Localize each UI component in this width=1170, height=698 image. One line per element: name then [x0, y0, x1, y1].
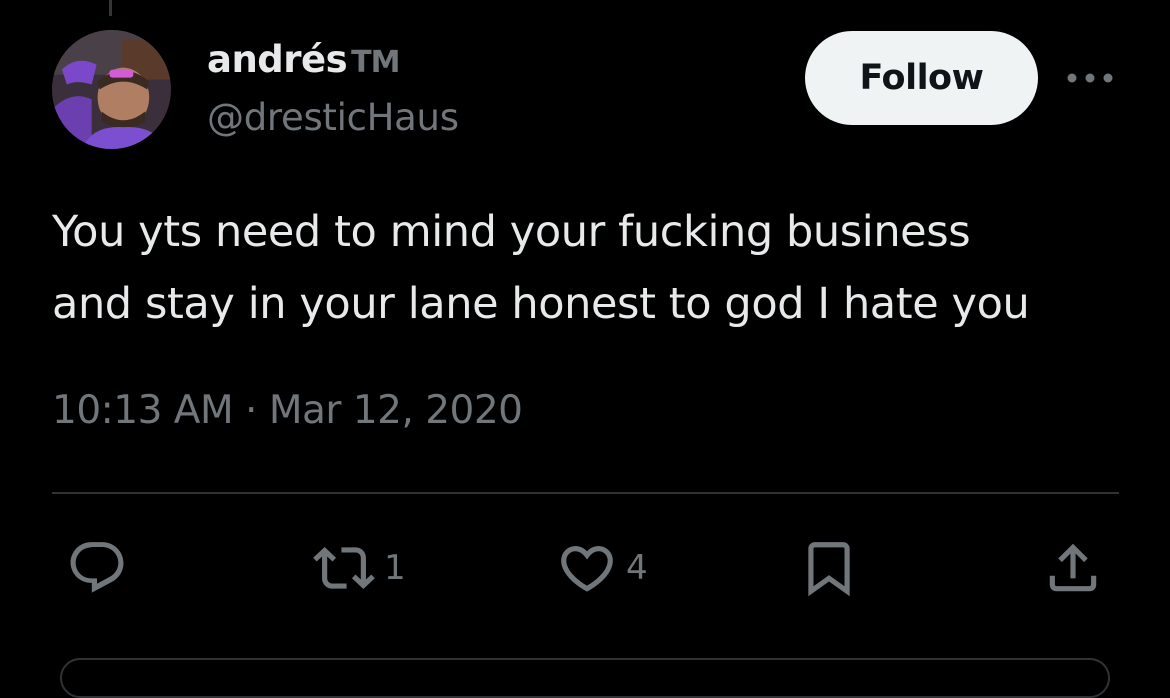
bookmark-button[interactable] [798, 528, 860, 608]
tweet-text-line: You yts need to mind your fucking busine… [52, 207, 971, 257]
avatar[interactable] [52, 30, 171, 149]
retweet-icon [313, 547, 375, 589]
tweet-actions-bar: 1 4 [0, 528, 1170, 608]
avatar-image [52, 30, 171, 149]
share-icon [1049, 543, 1097, 592]
more-options-button[interactable] [1062, 60, 1118, 96]
thread-connector-line [109, 0, 112, 16]
retweet-button[interactable]: 1 [312, 528, 406, 608]
follow-button[interactable]: Follow [805, 31, 1038, 125]
heart-icon [561, 546, 613, 592]
display-name-suffix: TM [351, 45, 400, 80]
retweet-count: 1 [384, 548, 406, 588]
share-button[interactable] [1042, 528, 1104, 608]
tweet-time[interactable]: 10:13 AM [52, 388, 234, 433]
author-name-row[interactable]: andrés TM [207, 38, 401, 81]
tweet-text-line: and stay in your lane honest to god I ha… [52, 279, 1030, 329]
tweet-date[interactable]: Mar 12, 2020 [269, 388, 523, 433]
bookmark-icon [808, 542, 850, 597]
author-handle[interactable]: @dresticHaus [207, 96, 459, 139]
more-icon [1067, 73, 1113, 83]
like-count: 4 [626, 548, 648, 588]
meta-separator: · [245, 388, 257, 433]
reply-button[interactable] [66, 528, 128, 608]
display-name[interactable]: andrés [207, 38, 348, 81]
next-item-card-edge [60, 658, 1110, 698]
divider [52, 492, 1119, 494]
reply-icon [70, 542, 124, 593]
like-button[interactable]: 4 [556, 528, 648, 608]
tweet-text: You yts need to mind your fucking busine… [52, 196, 1132, 340]
tweet-timestamp[interactable]: 10:13 AM · Mar 12, 2020 [52, 388, 523, 433]
